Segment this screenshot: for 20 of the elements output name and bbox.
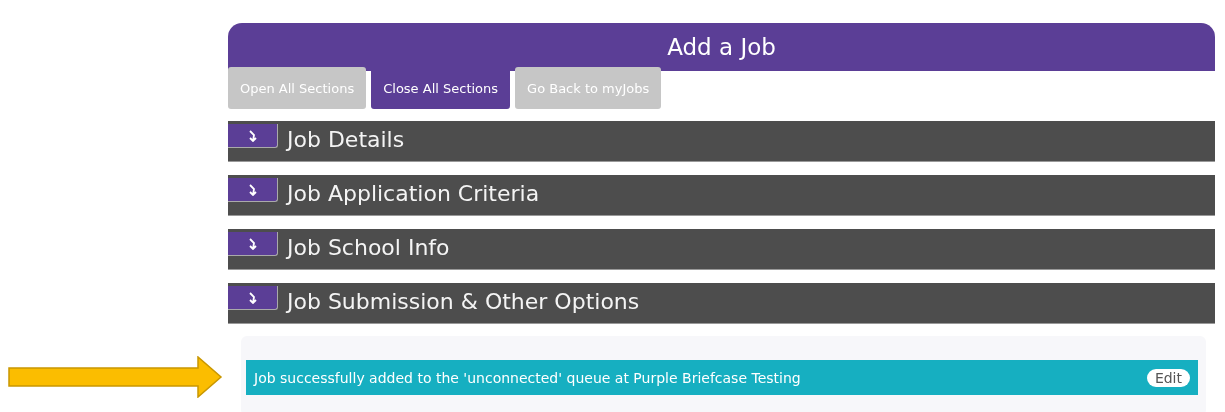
section-title: Job Submission & Other Options <box>287 288 640 316</box>
section-bar[interactable]: Job School Info <box>228 229 1215 270</box>
arrow-icon <box>248 129 257 142</box>
section-bar[interactable]: Job Submission & Other Options <box>228 283 1215 324</box>
expand-button[interactable] <box>228 232 278 256</box>
success-message: Job successfully added to the 'unconnected' queue at Purple Briefcase Testing <box>254 369 801 386</box>
arrow-icon <box>248 237 257 250</box>
expand-button[interactable] <box>228 286 278 310</box>
page-title: Add a Job <box>667 34 776 60</box>
expand-button[interactable] <box>228 178 278 202</box>
section-title: Job School Info <box>287 234 450 262</box>
arrow-icon <box>8 356 223 398</box>
edit-button[interactable]: Edit <box>1146 368 1190 387</box>
section-bar[interactable]: Job Application Criteria <box>228 175 1215 216</box>
expand-button[interactable] <box>228 124 278 148</box>
section-bar[interactable]: Job Details <box>228 121 1215 162</box>
arrow-icon <box>248 291 257 304</box>
section-title: Job Details <box>287 126 405 154</box>
section-title: Job Application Criteria <box>287 180 540 208</box>
arrow-icon <box>248 183 257 196</box>
